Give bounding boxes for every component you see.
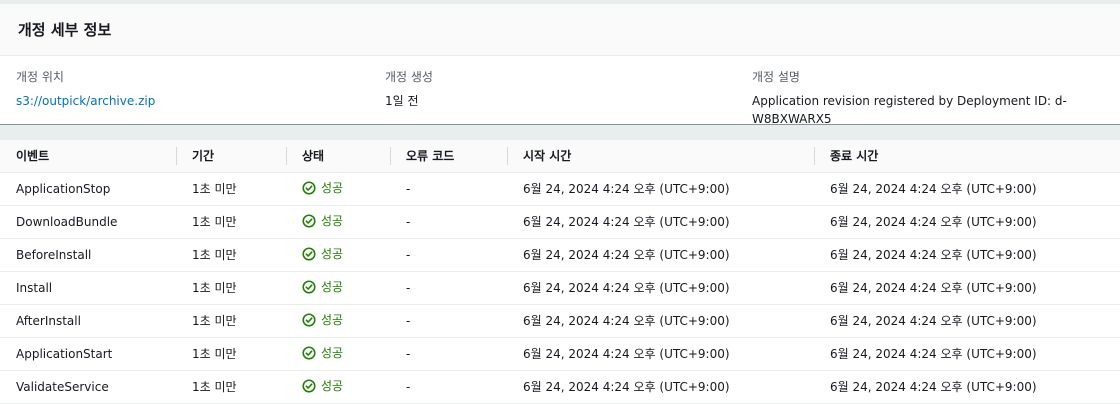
event-status: 성공 [286, 172, 390, 206]
revision-location-link[interactable]: s3://outpick/archive.zip [16, 92, 155, 110]
event-status: 성공 [286, 205, 390, 239]
event-duration: 1초 미만 [176, 304, 286, 338]
revision-location-label: 개정 위치 [16, 70, 64, 84]
status-badge: 성공 [302, 245, 343, 262]
event-start-time: 6월 24, 2024 4:24 오후 (UTC+9:00) [507, 337, 814, 371]
event-name: Install [0, 271, 176, 305]
panel-title: 개정 세부 정보 [18, 21, 112, 39]
event-end-time: 6월 24, 2024 4:24 오후 (UTC+9:00) [814, 172, 1120, 206]
status-label: 성공 [321, 346, 344, 361]
revision-details: 개정 위치 s3://outpick/archive.zip 개정 생성 1일 … [0, 56, 1120, 126]
revision-description: 개정 설명 Application revision registered by… [752, 68, 1120, 128]
event-error-code: - [390, 205, 507, 239]
check-circle-icon [302, 379, 316, 393]
lifecycle-events-table: 이벤트 기간 상태 오류 코드 시작 시간 종료 시간 ApplicationS… [0, 140, 1120, 404]
event-error-code: - [390, 337, 507, 371]
check-circle-icon [302, 280, 316, 294]
column-header-end-time[interactable]: 종료 시간 [814, 140, 1120, 173]
revision-description-label: 개정 설명 [752, 70, 800, 84]
revision-created-label: 개정 생성 [385, 70, 433, 84]
column-header-error-code[interactable]: 오류 코드 [390, 140, 507, 173]
event-error-code: - [390, 172, 507, 206]
event-start-time: 6월 24, 2024 4:24 오후 (UTC+9:00) [507, 205, 814, 239]
status-badge: 성공 [302, 179, 343, 196]
check-circle-icon [302, 313, 316, 327]
status-label: 성공 [321, 379, 344, 394]
event-end-time: 6월 24, 2024 4:24 오후 (UTC+9:00) [814, 271, 1120, 305]
event-name: DownloadBundle [0, 205, 176, 239]
event-end-time: 6월 24, 2024 4:24 오후 (UTC+9:00) [814, 205, 1120, 239]
revision-description-value: Application revision registered by Deplo… [752, 94, 1067, 126]
status-label: 성공 [321, 280, 344, 295]
table-row: ApplicationStop 1초 미만 성공 -6월 24, 2024 4:24 … [0, 172, 1120, 206]
event-start-time: 6월 24, 2024 4:24 오후 (UTC+9:00) [507, 304, 814, 338]
event-end-time: 6월 24, 2024 4:24 오후 (UTC+9:00) [814, 238, 1120, 272]
event-error-code: - [390, 238, 507, 272]
event-error-code: - [390, 271, 507, 305]
status-label: 성공 [321, 181, 344, 196]
column-header-status[interactable]: 상태 [286, 140, 390, 173]
column-header-duration[interactable]: 기간 [176, 140, 286, 173]
status-badge: 성공 [302, 278, 343, 295]
event-duration: 1초 미만 [176, 337, 286, 371]
status-badge: 성공 [302, 212, 343, 229]
column-header-event[interactable]: 이벤트 [0, 140, 176, 173]
event-start-time: 6월 24, 2024 4:24 오후 (UTC+9:00) [507, 370, 814, 404]
table-row: Install 1초 미만 성공 -6월 24, 2024 4:24 오후 (UTC+… [0, 271, 1120, 305]
event-status: 성공 [286, 238, 390, 272]
event-start-time: 6월 24, 2024 4:24 오후 (UTC+9:00) [507, 172, 814, 206]
status-label: 성공 [321, 214, 344, 229]
event-name: ApplicationStart [0, 337, 176, 371]
event-error-code: - [390, 304, 507, 338]
status-badge: 성공 [302, 377, 343, 394]
event-duration: 1초 미만 [176, 271, 286, 305]
table-row: ValidateService 1초 미만 성공 -6월 24, 2024 4:24 … [0, 370, 1120, 404]
event-name: BeforeInstall [0, 238, 176, 272]
event-name: AfterInstall [0, 304, 176, 338]
table-row: AfterInstall 1초 미만 성공 -6월 24, 2024 4:24 오후 … [0, 304, 1120, 338]
table-row: BeforeInstall 1초 미만 성공 -6월 24, 2024 4:24 오후… [0, 238, 1120, 272]
revision-created: 개정 생성 1일 전 [385, 68, 433, 110]
event-duration: 1초 미만 [176, 172, 286, 206]
table-row: ApplicationStart 1초 미만 성공 -6월 24, 2024 4:24… [0, 337, 1120, 371]
event-end-time: 6월 24, 2024 4:24 오후 (UTC+9:00) [814, 337, 1120, 371]
event-duration: 1초 미만 [176, 370, 286, 404]
event-status: 성공 [286, 304, 390, 338]
status-badge: 성공 [302, 311, 343, 328]
revision-created-value: 1일 전 [385, 94, 419, 108]
check-circle-icon [302, 247, 316, 261]
event-start-time: 6월 24, 2024 4:24 오후 (UTC+9:00) [507, 271, 814, 305]
revision-location: 개정 위치 s3://outpick/archive.zip [16, 68, 155, 110]
event-start-time: 6월 24, 2024 4:24 오후 (UTC+9:00) [507, 238, 814, 272]
status-label: 성공 [321, 247, 344, 262]
table-row: DownloadBundle 1초 미만 성공 -6월 24, 2024 4:24 오… [0, 205, 1120, 239]
status-badge: 성공 [302, 344, 343, 361]
event-end-time: 6월 24, 2024 4:24 오후 (UTC+9:00) [814, 304, 1120, 338]
status-label: 성공 [321, 313, 344, 328]
event-status: 성공 [286, 370, 390, 404]
event-duration: 1초 미만 [176, 205, 286, 239]
check-circle-icon [302, 181, 316, 195]
event-name: ValidateService [0, 370, 176, 404]
event-end-time: 6월 24, 2024 4:24 오후 (UTC+9:00) [814, 370, 1120, 404]
column-header-start-time[interactable]: 시작 시간 [507, 140, 814, 173]
table-header-row: 이벤트 기간 상태 오류 코드 시작 시간 종료 시간 [0, 140, 1120, 173]
event-status: 성공 [286, 271, 390, 305]
check-circle-icon [302, 346, 316, 360]
event-error-code: - [390, 370, 507, 404]
revision-details-header: 개정 세부 정보 [0, 4, 1120, 56]
event-duration: 1초 미만 [176, 238, 286, 272]
check-circle-icon [302, 214, 316, 228]
event-status: 성공 [286, 337, 390, 371]
event-name: ApplicationStop [0, 172, 176, 206]
